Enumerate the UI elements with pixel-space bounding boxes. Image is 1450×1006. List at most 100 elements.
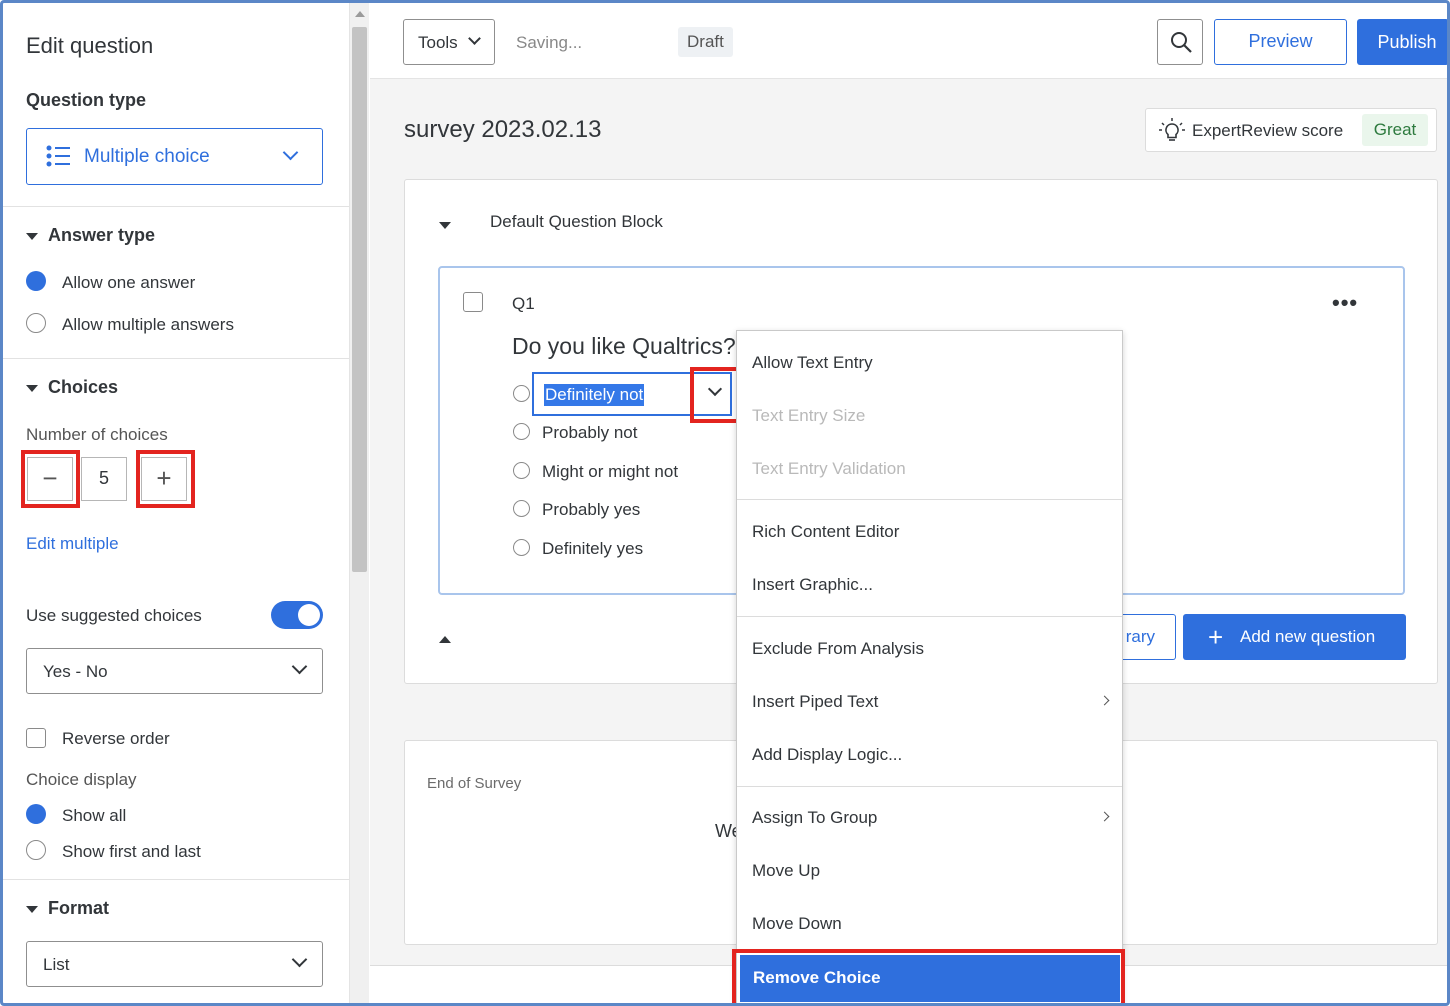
publish-button[interactable]: Publish [1357,19,1449,65]
choice-label[interactable]: Probably not [542,423,637,443]
lightbulb-icon [1159,118,1185,141]
survey-title[interactable]: survey 2023.02.13 [404,116,601,144]
choice-selected-text: Definitely not [544,384,645,406]
scroll-thumb[interactable] [352,27,367,572]
answer-type-toggle[interactable]: Answer type [26,225,155,246]
use-suggested-label: Use suggested choices [26,606,202,625]
search-icon [1171,32,1192,53]
plus-icon: + [1208,622,1224,652]
choice-radio [513,462,530,479]
draft-badge: Draft [678,27,733,57]
more-options-icon[interactable]: ••• [1332,290,1358,316]
block-title[interactable]: Default Question Block [490,212,663,232]
question-type-select[interactable]: Multiple choice [26,128,323,185]
chevron-down-icon [291,658,308,675]
menu-separator [737,616,1122,617]
menu-item-move-down[interactable]: Move Down [752,914,842,934]
edit-multiple-link[interactable]: Edit multiple [26,534,119,554]
menu-item-move-up[interactable]: Move Up [752,861,820,881]
reverse-order-label: Reverse order [62,729,170,748]
radio-show-first-last[interactable] [26,840,46,860]
allow-one-label: Allow one answer [62,273,196,292]
chevron-right-icon [1099,695,1110,706]
chevron-right-icon [1099,811,1110,822]
expert-review-badge: Great [1362,114,1428,146]
expert-review-score[interactable]: ExpertReview score Great [1145,108,1437,152]
add-new-question-label: Add new question [1240,627,1376,646]
collapse-caret-icon[interactable] [439,222,451,229]
menu-separator [737,786,1122,787]
sidebar-scrollbar[interactable] [349,3,369,1003]
radio-allow-multiple[interactable] [26,313,46,333]
question-text[interactable]: Do you like Qualtrics? [512,333,736,360]
menu-item-add-display-logic[interactable]: Add Display Logic... [752,745,902,765]
menu-item-exclude-from-analysis[interactable]: Exclude From Analysis [752,639,924,659]
add-new-question-button[interactable]: + Add new question [1183,614,1406,660]
choice-radio [513,500,530,517]
format-heading: Format [48,898,110,918]
question-type-value: Multiple choice [84,146,210,167]
chevron-down-icon [468,32,481,45]
menu-item-text-entry-validation: Text Entry Validation [752,459,906,478]
choice-label[interactable]: Probably yes [542,500,640,520]
menu-separator [737,499,1122,500]
question-id: Q1 [512,294,535,313]
suggested-choices-select[interactable]: Yes - No [26,648,323,694]
menu-item-rich-content-editor[interactable]: Rich Content Editor [752,522,899,542]
question-select-checkbox[interactable] [463,292,483,312]
choice-label[interactable]: Definitely yes [542,539,643,559]
radio-allow-one[interactable] [26,271,46,291]
end-of-survey-title: End of Survey [427,775,522,792]
caret-down-icon [26,384,38,392]
answer-type-heading: Answer type [48,225,156,245]
show-all-label: Show all [62,806,127,825]
divider [3,358,349,359]
highlight-box [732,949,1125,1006]
preview-button[interactable]: Preview [1214,19,1347,65]
choices-heading: Choices [48,377,119,397]
scroll-up-arrow-icon[interactable] [355,11,365,17]
reverse-order-checkbox[interactable] [26,728,46,748]
caret-down-icon [26,232,38,240]
tools-button[interactable]: Tools [403,19,495,65]
radio-show-all[interactable] [26,804,46,824]
choice-display-label: Choice display [26,770,137,789]
search-button[interactable] [1157,19,1203,65]
caret-down-icon [26,905,38,913]
format-value: List [43,955,70,974]
saving-status: Saving... [516,33,583,52]
menu-item-allow-text-entry[interactable]: Allow Text Entry [752,353,873,373]
divider [3,206,349,207]
choice-context-menu: Allow Text Entry Text Entry Size Text En… [736,330,1123,1006]
number-of-choices-value[interactable]: 5 [81,457,127,501]
menu-item-assign-to-group[interactable]: Assign To Group [752,808,877,828]
highlight-box [21,450,80,508]
menu-item-insert-piped-text[interactable]: Insert Piped Text [752,692,878,712]
chevron-down-icon [282,144,299,161]
show-first-last-label: Show first and last [62,842,201,861]
choice-radio [513,423,530,440]
use-suggested-toggle[interactable] [271,601,323,629]
format-select[interactable]: List [26,941,323,987]
top-toolbar: Tools Saving... Draft Preview Publish [370,3,1449,79]
collapse-up-caret-icon[interactable] [439,636,451,643]
edit-question-sidebar: Edit question Question type Multiple cho… [3,3,349,1003]
highlight-box [690,367,740,423]
allow-multiple-label: Allow multiple answers [62,315,234,334]
choices-toggle[interactable]: Choices [26,377,118,398]
menu-item-text-entry-size: Text Entry Size [752,406,866,425]
choice-label[interactable]: Might or might not [542,462,678,482]
suggested-choices-value: Yes - No [43,662,108,681]
tools-label: Tools [418,33,458,52]
expert-review-label: ExpertReview score [1192,121,1344,140]
number-of-choices-label: Number of choices [26,425,168,444]
sidebar-title: Edit question [26,33,154,58]
format-toggle[interactable]: Format [26,898,109,919]
choice-radio [513,385,530,402]
highlight-box [136,450,195,508]
divider [3,879,349,880]
menu-item-insert-graphic[interactable]: Insert Graphic... [752,575,873,595]
choice-radio [513,539,530,556]
list-icon [46,145,70,167]
chevron-down-icon [291,951,308,968]
